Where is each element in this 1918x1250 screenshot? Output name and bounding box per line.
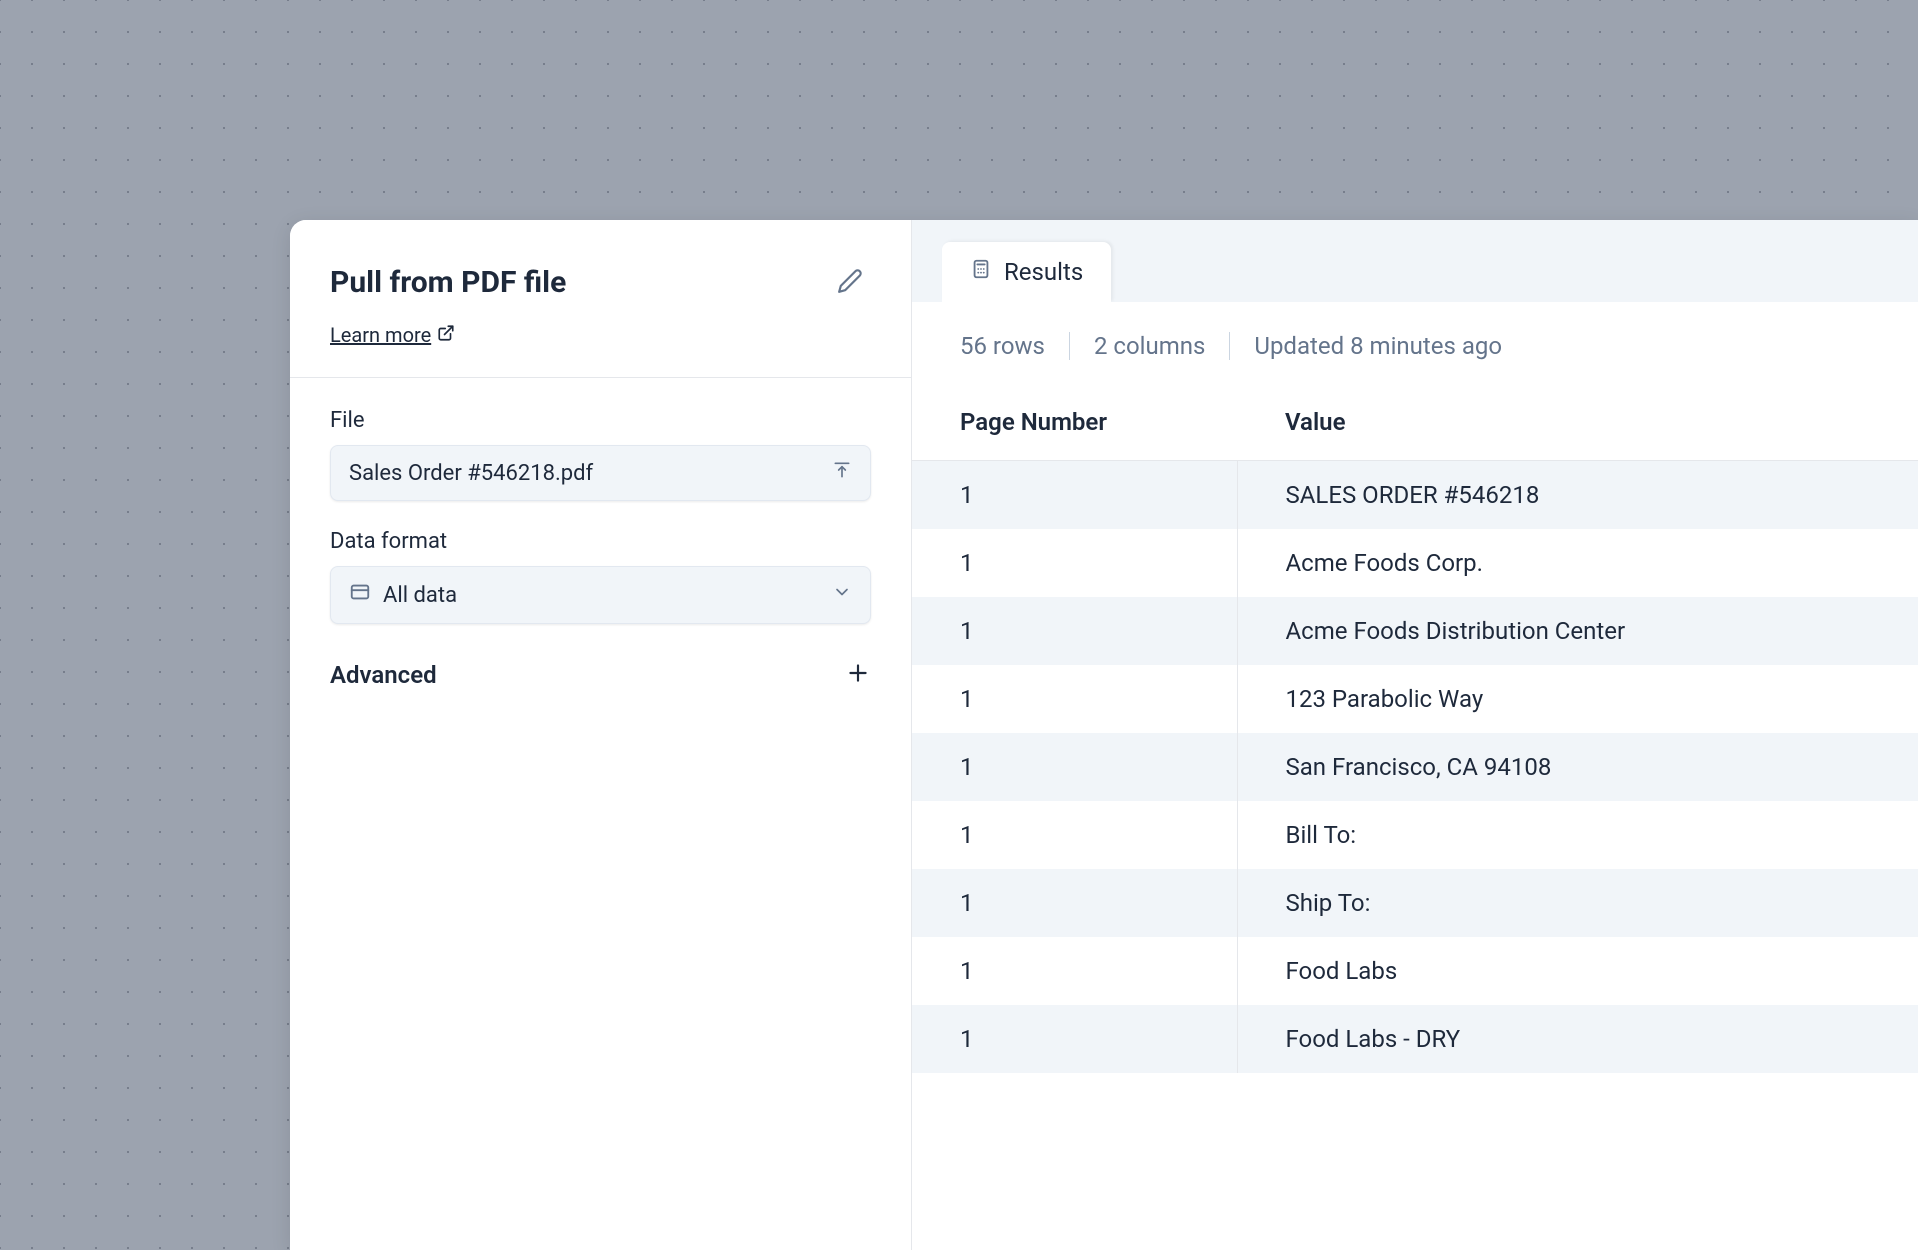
- config-header: Pull from PDF file Learn more: [290, 220, 911, 378]
- learn-more-label: Learn more: [330, 323, 431, 347]
- learn-more-link[interactable]: Learn more: [330, 323, 455, 347]
- cell-value: Acme Foods Corp.: [1237, 529, 1918, 597]
- table-row[interactable]: 1 Bill To:: [912, 801, 1918, 869]
- pencil-icon: [837, 268, 863, 297]
- file-label: File: [330, 408, 871, 433]
- cell-value: Food Labs - DRY: [1237, 1005, 1918, 1073]
- cell-value: Ship To:: [1237, 869, 1918, 937]
- table-row[interactable]: 1 Ship To:: [912, 869, 1918, 937]
- cell-value: 123 Parabolic Way: [1237, 665, 1918, 733]
- advanced-label: Advanced: [330, 661, 437, 689]
- cell-page: 1: [912, 937, 1237, 1005]
- table-row[interactable]: 1 SALES ORDER #546218: [912, 461, 1918, 530]
- cell-value: Acme Foods Distribution Center: [1237, 597, 1918, 665]
- config-panel: Pull from PDF file Learn more: [290, 220, 912, 1250]
- column-header-page: Page Number: [912, 384, 1237, 461]
- file-selector[interactable]: Sales Order #546218.pdf: [330, 445, 871, 501]
- config-body: File Sales Order #546218.pdf Data format: [290, 378, 911, 727]
- cell-page: 1: [912, 801, 1237, 869]
- table-header-row: Page Number Value: [912, 384, 1918, 461]
- title-row: Pull from PDF file: [330, 260, 871, 305]
- status-rows: 56 rows: [960, 332, 1070, 360]
- cell-value: Bill To:: [1237, 801, 1918, 869]
- data-format-selector[interactable]: All data: [330, 566, 871, 624]
- tab-label: Results: [1004, 258, 1083, 286]
- file-selector-content: Sales Order #546218.pdf: [349, 461, 593, 486]
- advanced-toggle[interactable]: Advanced: [330, 652, 871, 697]
- advanced-expand-button[interactable]: [845, 660, 871, 689]
- data-format-value: All data: [383, 583, 457, 608]
- table-row[interactable]: 1 123 Parabolic Way: [912, 665, 1918, 733]
- table-row[interactable]: 1 Acme Foods Distribution Center: [912, 597, 1918, 665]
- results-content: 56 rows 2 columns Updated 8 minutes ago …: [912, 302, 1918, 1250]
- results-panel: Results 56 rows 2 columns Updated 8 minu…: [912, 220, 1918, 1250]
- cell-page: 1: [912, 733, 1237, 801]
- table-row[interactable]: 1 Food Labs: [912, 937, 1918, 1005]
- table-row[interactable]: 1 San Francisco, CA 94108: [912, 733, 1918, 801]
- cell-page: 1: [912, 1005, 1237, 1073]
- cell-value: Food Labs: [1237, 937, 1918, 1005]
- panel-title: Pull from PDF file: [330, 265, 566, 300]
- external-link-icon: [437, 323, 455, 347]
- table-row[interactable]: 1 Acme Foods Corp.: [912, 529, 1918, 597]
- cell-page: 1: [912, 597, 1237, 665]
- status-bar: 56 rows 2 columns Updated 8 minutes ago: [912, 302, 1918, 384]
- cell-page: 1: [912, 461, 1237, 530]
- status-updated: Updated 8 minutes ago: [1230, 332, 1526, 360]
- cell-page: 1: [912, 665, 1237, 733]
- tab-bar: Results: [912, 220, 1918, 302]
- tab-results[interactable]: Results: [942, 242, 1111, 302]
- status-columns: 2 columns: [1070, 332, 1230, 360]
- main-panel: Pull from PDF file Learn more: [290, 220, 1918, 1250]
- plus-icon: [845, 660, 871, 689]
- cell-value: San Francisco, CA 94108: [1237, 733, 1918, 801]
- results-table: Page Number Value 1 SALES ORDER #546218 …: [912, 384, 1918, 1073]
- file-selector-value: Sales Order #546218.pdf: [349, 461, 593, 486]
- column-header-value: Value: [1237, 384, 1918, 461]
- table-row[interactable]: 1 Food Labs - DRY: [912, 1005, 1918, 1073]
- calculator-icon: [970, 258, 992, 286]
- cell-page: 1: [912, 869, 1237, 937]
- chevron-down-icon: [832, 582, 852, 608]
- edit-button[interactable]: [829, 260, 871, 305]
- cell-value: SALES ORDER #546218: [1237, 461, 1918, 530]
- data-format-content: All data: [349, 581, 457, 609]
- upload-icon: [832, 460, 852, 486]
- table-icon: [349, 581, 371, 609]
- cell-page: 1: [912, 529, 1237, 597]
- data-format-label: Data format: [330, 529, 871, 554]
